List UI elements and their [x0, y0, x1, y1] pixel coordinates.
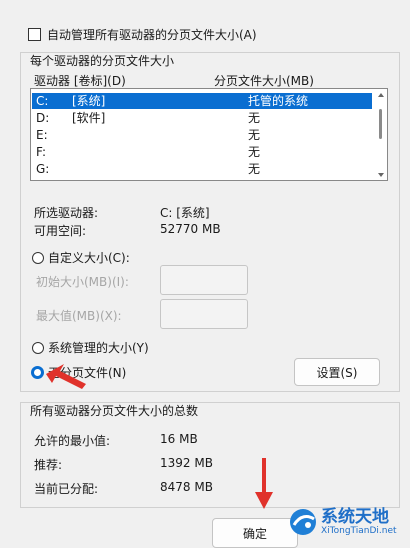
column-header-drive: 驱动器 [卷标](D)	[34, 74, 126, 88]
initial-size-input[interactable]	[160, 265, 248, 295]
drive-list-scrollbar[interactable]	[377, 91, 385, 179]
recommended-value: 1392 MB	[160, 456, 213, 470]
initial-size-label: 初始大小(MB)(I):	[36, 275, 129, 289]
selected-drive-value: C: [系统]	[160, 206, 210, 220]
drive-row[interactable]: F: 无	[32, 144, 372, 160]
red-arrow-icon	[44, 362, 88, 390]
watermark-title: 系统天地	[321, 506, 389, 527]
drive-page-size: 无	[248, 162, 261, 176]
auto-manage-row[interactable]: 自动管理所有驱动器的分页文件大小(A)	[28, 26, 257, 42]
ok-button-label: 确定	[242, 526, 267, 541]
max-size-label: 最大值(MB)(X):	[36, 309, 122, 323]
drive-letter: F:	[36, 145, 47, 159]
watermark-url: XiTongTianDi.net	[321, 525, 397, 536]
watermark-globe-icon	[290, 509, 316, 535]
set-button[interactable]: 设置(S)	[294, 358, 380, 386]
totals-group-title: 所有驱动器分页文件大小的总数	[30, 404, 199, 418]
min-allowed-value: 16 MB	[160, 432, 198, 446]
free-space-value: 52770 MB	[160, 222, 221, 236]
system-managed-label: 系统管理的大小(Y)	[48, 341, 149, 355]
drive-letter: C:	[36, 94, 49, 108]
drive-row[interactable]: G: 无	[32, 161, 372, 177]
recommended-label: 推荐:	[34, 458, 63, 472]
drive-list[interactable]: C: [系统] 托管的系统 D: [软件] 无 E: 无 F: 无 G: 无	[30, 88, 388, 181]
drive-page-size: 无	[248, 111, 261, 125]
drive-volume-label: [系统]	[72, 94, 106, 108]
custom-size-label: 自定义大小(C):	[48, 251, 130, 265]
allocated-value: 8478 MB	[160, 480, 213, 494]
min-allowed-label: 允许的最小值:	[34, 434, 111, 448]
system-managed-option[interactable]: 系统管理的大小(Y)	[32, 339, 149, 356]
set-button-label: 设置(S)	[316, 365, 358, 380]
no-paging-radio[interactable]	[31, 366, 44, 379]
drive-page-size: 无	[248, 145, 261, 159]
drive-letter: G:	[36, 162, 50, 176]
drive-letter: E:	[36, 128, 48, 142]
max-size-input[interactable]	[160, 299, 248, 329]
drive-page-size: 托管的系统	[248, 94, 309, 108]
drive-row[interactable]: E: 无	[32, 127, 372, 143]
scroll-down-icon[interactable]	[378, 173, 384, 177]
auto-manage-checkbox[interactable]	[28, 27, 41, 41]
drive-row[interactable]: D: [软件] 无	[32, 110, 372, 126]
drive-volume-label: [软件]	[72, 111, 106, 125]
drive-row[interactable]: C: [系统] 托管的系统	[32, 93, 372, 109]
drive-page-size: 无	[248, 128, 261, 142]
red-arrow-down-icon	[254, 458, 274, 510]
custom-size-radio[interactable]	[32, 251, 44, 264]
drive-letter: D:	[36, 111, 50, 125]
custom-size-option[interactable]: 自定义大小(C):	[32, 249, 130, 266]
per-drive-group-title: 每个驱动器的分页文件大小	[30, 54, 175, 68]
auto-manage-label: 自动管理所有驱动器的分页文件大小(A)	[47, 27, 257, 42]
ok-button[interactable]: 确定	[212, 518, 298, 548]
dialog-top-strip	[0, 0, 410, 18]
free-space-label: 可用空间:	[34, 224, 87, 238]
watermark-logo: 系统天地 XiTongTianDi.net	[288, 502, 406, 542]
scroll-up-icon[interactable]	[378, 93, 384, 97]
selected-drive-label: 所选驱动器:	[34, 206, 99, 220]
system-managed-radio[interactable]	[32, 341, 44, 354]
allocated-label: 当前已分配:	[34, 482, 99, 496]
column-header-size: 分页文件大小(MB)	[214, 74, 314, 88]
scroll-thumb[interactable]	[379, 109, 382, 139]
